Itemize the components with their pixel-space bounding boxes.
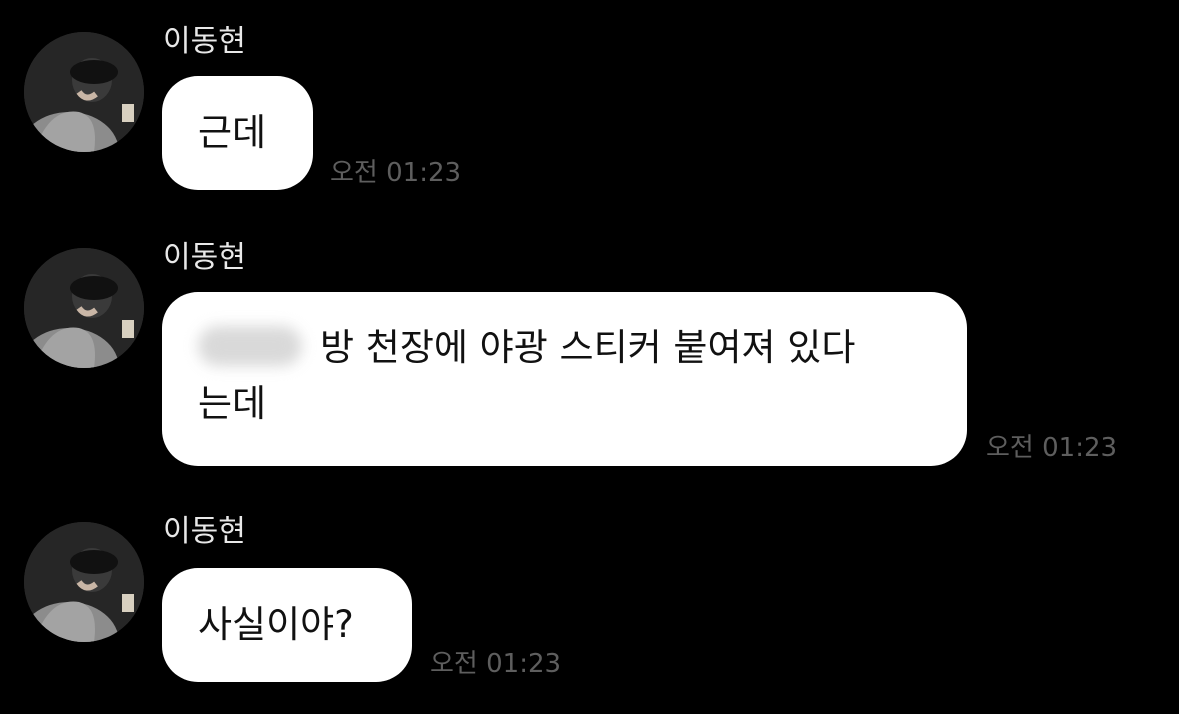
message-timestamp: 오전 01:23: [430, 649, 562, 679]
message-text: 사실이야?: [198, 603, 354, 646]
message-bubble[interactable]: 사실이야?: [162, 568, 412, 682]
profile-photo-icon: [24, 522, 144, 642]
avatar[interactable]: [24, 522, 144, 642]
sender-name: 이동현: [163, 514, 246, 549]
chat-message: 이동현 사실이야? 오전 01:23: [0, 0, 1179, 714]
